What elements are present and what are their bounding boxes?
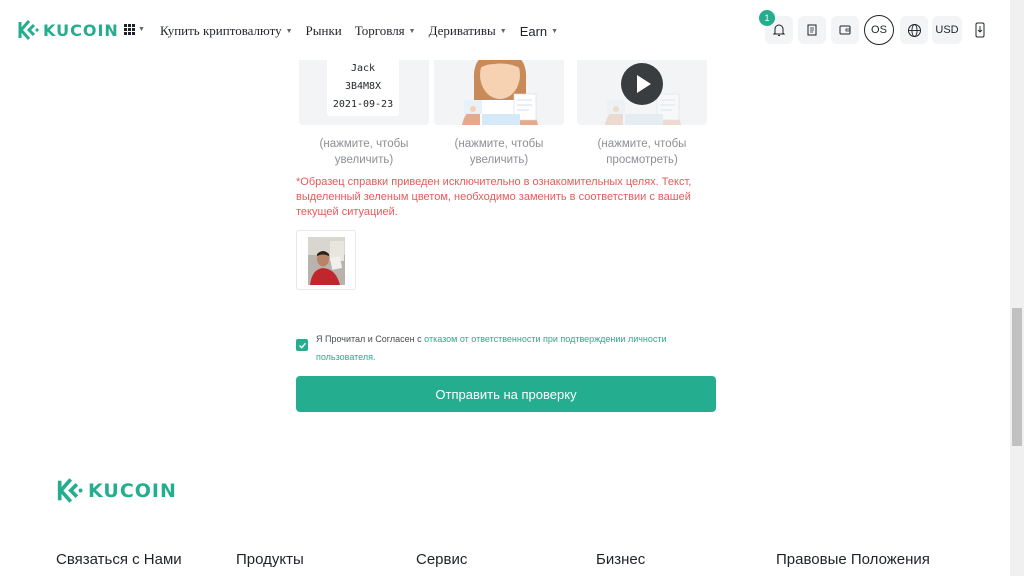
agreement-suffix: . <box>373 352 376 362</box>
account-avatar[interactable]: OS <box>864 15 894 45</box>
nav-trade[interactable]: Торговля ▼ <box>355 23 416 39</box>
nav-label: Earn <box>519 23 548 39</box>
sample-caption-1: (нажмите, чтобы увеличить) <box>319 138 409 166</box>
apps-grid-icon <box>124 24 135 35</box>
nav-buy-crypto[interactable]: Купить криптовалюту ▼ <box>160 23 293 39</box>
phone-download-icon <box>975 22 985 38</box>
sample-card-handwritten[interactable]: Jack 3B4M8X 2021-09-23 <box>299 60 429 125</box>
sample-warning-text: *Образец справки приведен исключительно … <box>296 176 692 218</box>
document-icon <box>807 24 817 36</box>
agreement-prefix: Я Прочитал и Согласен с <box>316 334 425 344</box>
sample-card-video[interactable] <box>577 60 707 125</box>
agreement-text: Я Прочитал и Согласен с отказом от ответ… <box>316 330 716 366</box>
nav-label: Торговля <box>354 23 405 38</box>
sample-caption-2: (нажмите, чтобы увеличить) <box>454 138 544 166</box>
language-button[interactable] <box>900 16 928 44</box>
submit-for-review-button[interactable]: Отправить на проверку <box>296 376 716 412</box>
footer-col-business: Бизнес <box>596 551 646 568</box>
agreement-row: Я Прочитал и Согласен с отказом от ответ… <box>296 330 716 366</box>
main-nav: Купить криптовалюту ▼ Рынки Торговля ▼ Д… <box>160 23 571 39</box>
chevron-down-icon: ▼ <box>285 27 293 35</box>
logo-text: KUCOIN <box>43 20 119 40</box>
chevron-down-icon: ▼ <box>551 27 559 35</box>
nav-markets[interactable]: Рынки <box>306 23 342 39</box>
sample-caption-3: (нажмите, чтобы просмотреть) <box>597 138 687 166</box>
download-app-button[interactable] <box>966 16 994 44</box>
kucoin-logo-icon <box>57 478 83 503</box>
notification-badge: 1 <box>759 10 775 26</box>
nav-earn[interactable]: Earn ▼ <box>520 23 558 39</box>
apps-menu[interactable]: ▼ <box>124 24 145 35</box>
agreement-checkbox[interactable] <box>296 339 308 351</box>
bell-icon <box>772 24 786 36</box>
sample-paper: Jack 3B4M8X 2021-09-23 <box>327 60 399 116</box>
sample-line-name: Jack <box>350 63 376 74</box>
checkmark-icon <box>298 342 306 349</box>
nav-label: Рынки <box>305 23 342 38</box>
footer-col-products: Продукты <box>236 551 304 568</box>
footer-col-contact: Связаться с Нами <box>56 551 182 568</box>
nav-label: Купить криптовалюту <box>160 23 282 38</box>
nav-label: Деривативы <box>428 23 496 38</box>
chevron-down-icon: ▼ <box>408 27 416 35</box>
sample-line-code: 3B4M8X <box>344 81 382 92</box>
page-scrollbar[interactable] <box>1010 0 1024 576</box>
orders-button[interactable] <box>798 16 826 44</box>
chevron-down-icon: ▼ <box>138 26 145 33</box>
globe-icon <box>907 23 921 37</box>
uploaded-photo-thumbnail[interactable] <box>296 230 356 290</box>
sample-line-date: 2021-09-23 <box>332 99 394 110</box>
assets-button[interactable] <box>831 16 859 44</box>
scrollbar-thumb[interactable] <box>1012 308 1022 446</box>
uploaded-photo <box>308 237 345 285</box>
kucoin-logo[interactable]: KUCOIN <box>17 20 119 40</box>
sample-card-selfie[interactable] <box>434 60 564 125</box>
currency-button[interactable]: USD <box>932 16 962 44</box>
selfie-illustration <box>462 60 538 125</box>
footer-col-legal: Правовые Положения <box>776 551 930 568</box>
footer-logo-text: KUCOIN <box>88 479 177 502</box>
chevron-down-icon: ▼ <box>499 27 507 35</box>
wallet-icon <box>839 25 851 35</box>
play-icon[interactable] <box>620 62 664 106</box>
nav-derivatives[interactable]: Деривативы ▼ <box>429 23 507 39</box>
kucoin-logo-icon <box>18 20 39 40</box>
footer-col-service: Сервис <box>416 551 468 568</box>
footer-logo[interactable]: KUCOIN <box>56 478 177 503</box>
top-header: KUCOIN ▼ Купить криптовалюту ▼ Рынки Тор… <box>0 0 1010 60</box>
